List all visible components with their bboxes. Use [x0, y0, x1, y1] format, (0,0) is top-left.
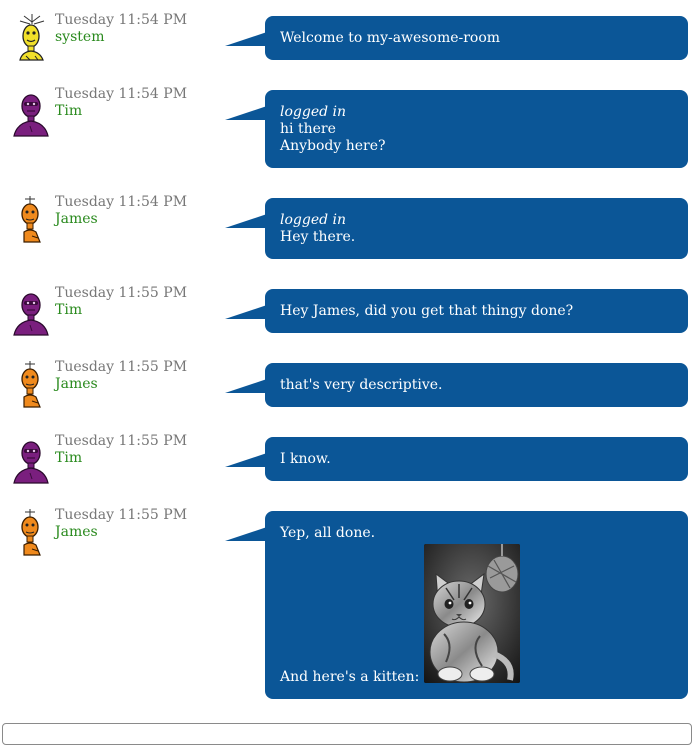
message-nickname: James: [55, 211, 98, 227]
message-meta: Tuesday 11:55 PM Tim: [55, 285, 225, 319]
message-meta: Tuesday 11:54 PM James: [55, 194, 225, 228]
message-text: that's very descriptive.: [280, 377, 443, 393]
robot-avatar-james-icon: [21, 361, 41, 408]
message-meta: Tuesday 11:55 PM James: [55, 359, 225, 393]
message-nickname: James: [55, 524, 98, 540]
message-bubble: logged in hi there Anybody here?: [265, 90, 688, 168]
message-bubble: logged in Hey there.: [265, 198, 688, 259]
message-timestamp: Tuesday 11:54 PM: [55, 194, 188, 210]
bubble-tail: [225, 527, 267, 541]
message-nickname: Tim: [55, 302, 83, 318]
message-timestamp: Tuesday 11:55 PM: [55, 507, 188, 523]
message-timestamp: Tuesday 11:55 PM: [55, 285, 188, 301]
message-timestamp: Tuesday 11:54 PM: [55, 12, 188, 28]
bubble-tail: [225, 32, 267, 46]
message-bubble: that's very descriptive.: [265, 363, 688, 407]
message-meta: Tuesday 11:55 PM James: [55, 507, 225, 541]
message-bubble: Hey James, did you get that thingy done?: [265, 289, 688, 333]
robot-avatar-james-icon: [21, 509, 41, 556]
message-nickname: system: [55, 29, 105, 45]
robot-avatar-tim-icon: [13, 441, 49, 484]
message-text: Yep, all done.: [280, 525, 376, 541]
bubble-tail: [225, 453, 267, 467]
bubble-tail: [225, 379, 267, 393]
message-text: hi there: [280, 121, 336, 137]
robot-avatar-tim-icon: [13, 94, 49, 137]
kitten-image-icon: [424, 544, 521, 683]
message-timestamp: Tuesday 11:55 PM: [55, 433, 188, 449]
message-bubble: I know.: [265, 437, 688, 481]
message-nickname: James: [55, 376, 98, 392]
message-status-note: logged in: [280, 212, 347, 228]
chat-app: Tuesday 11:54 PM system Welcome to my-aw…: [0, 0, 697, 749]
kitten-photo[interactable]: [424, 544, 521, 683]
message-text: Hey there.: [280, 229, 356, 245]
message-input[interactable]: [2, 723, 692, 745]
message-bubble: Welcome to my-awesome-room: [265, 16, 688, 60]
message-status-note: logged in: [280, 104, 347, 120]
message-meta: Tuesday 11:55 PM Tim: [55, 433, 225, 467]
message-timestamp: Tuesday 11:55 PM: [55, 359, 188, 375]
bubble-tail: [225, 305, 267, 319]
image-caption: And here's a kitten:: [280, 669, 420, 685]
robot-avatar-james-icon: [21, 196, 41, 243]
message-text: Welcome to my-awesome-room: [280, 30, 501, 46]
robot-avatar-system-icon: [19, 14, 45, 61]
image-row: And here's a kitten:: [280, 544, 673, 685]
message-timestamp: Tuesday 11:54 PM: [55, 86, 188, 102]
message-meta: Tuesday 11:54 PM Tim: [55, 86, 225, 120]
message-text: Hey James, did you get that thingy done?: [280, 303, 574, 319]
message-text: I know.: [280, 451, 331, 467]
robot-avatar-tim-icon: [13, 293, 49, 336]
message-bubble: Yep, all done. And here's a kitten:: [265, 511, 688, 699]
message-nickname: Tim: [55, 103, 83, 119]
message-nickname: Tim: [55, 450, 83, 466]
bubble-tail: [225, 214, 267, 228]
bubble-tail: [225, 106, 267, 120]
message-text: Anybody here?: [280, 138, 386, 154]
message-meta: Tuesday 11:54 PM system: [55, 12, 225, 46]
